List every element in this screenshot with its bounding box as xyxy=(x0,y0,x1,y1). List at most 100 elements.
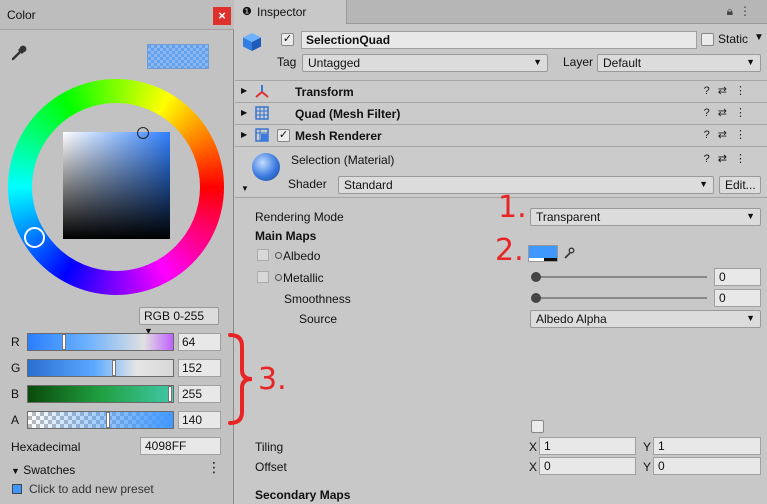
swatches-header[interactable]: ▼ Swatches xyxy=(11,463,75,477)
offset-x-label: X xyxy=(529,460,538,474)
slider-knob[interactable] xyxy=(112,360,116,376)
tiling-x-field[interactable]: 1 xyxy=(539,437,636,455)
metallic-texture-slot[interactable] xyxy=(257,271,269,283)
channel-label: B xyxy=(11,387,20,401)
component-mesh-filter[interactable]: ▶ Quad (Mesh Filter) ?⇄⋮ xyxy=(235,102,767,124)
component-transform[interactable]: ▶ Transform ?⇄⋮ xyxy=(235,80,767,102)
static-checkbox[interactable] xyxy=(701,33,714,46)
component-mesh-renderer[interactable]: ▶ ✓ Mesh Renderer ?⇄⋮ xyxy=(235,124,767,146)
channel-value-r[interactable]: 64 xyxy=(178,333,221,351)
layer-dropdown[interactable]: Default ▼ xyxy=(597,54,761,72)
channel-slider-g: G 152 xyxy=(0,358,234,380)
color-picker-window: Color × RGB 0-255 ▼ R 64 G 152 B 255 A 1… xyxy=(0,0,234,504)
add-preset-row[interactable]: Click to add new preset xyxy=(12,482,154,496)
rendering-mode-dropdown[interactable]: Transparent ▼ xyxy=(530,208,761,226)
fold-down-icon[interactable]: ▼ xyxy=(241,184,249,193)
chevron-down-icon: ▼ xyxy=(746,211,755,221)
channel-slider-r: R 64 xyxy=(0,332,234,354)
component-menu-icons[interactable]: ?⇄⋮ xyxy=(704,128,754,141)
fold-right-icon[interactable]: ▶ xyxy=(241,108,247,117)
channel-track-b[interactable] xyxy=(27,385,174,403)
renderer-enabled-checkbox[interactable]: ✓ xyxy=(277,129,290,142)
channel-track-r[interactable] xyxy=(27,333,174,351)
metallic-value-field[interactable]: 0 xyxy=(714,268,761,286)
tiling-x-label: X xyxy=(529,440,538,454)
material-name: Selection (Material) xyxy=(291,153,395,167)
preset-swatch[interactable] xyxy=(12,484,22,494)
albedo-color-swatch[interactable] xyxy=(528,245,558,262)
swatches-label: Swatches xyxy=(23,463,76,477)
albedo-texture-slot[interactable] xyxy=(257,249,269,261)
color-window-titlebar[interactable]: Color × xyxy=(0,0,234,30)
eyedropper-icon[interactable] xyxy=(563,246,575,260)
smoothness-value-field[interactable]: 0 xyxy=(714,289,761,307)
channel-label: R xyxy=(11,335,20,349)
active-checkbox[interactable]: ✓ xyxy=(281,33,294,46)
transform-icon xyxy=(255,85,269,98)
albedo-picker-icon[interactable] xyxy=(275,252,282,259)
hue-picker-handle[interactable] xyxy=(24,227,45,248)
metallic-slider-handle[interactable] xyxy=(531,272,541,282)
tab-inspector[interactable]: ❶ Inspector xyxy=(235,0,347,24)
channel-value-b[interactable]: 255 xyxy=(178,385,221,403)
component-name: Quad (Mesh Filter) xyxy=(295,107,401,121)
static-label: Static xyxy=(718,32,749,46)
albedo-label: Albedo xyxy=(283,249,321,263)
rendering-mode-label: Rendering Mode xyxy=(255,210,344,224)
swatches-menu-icon[interactable]: ⋮ xyxy=(207,459,221,476)
offset-x-field[interactable]: 0 xyxy=(539,457,636,475)
color-mode-dropdown[interactable]: RGB 0-255 ▼ xyxy=(139,307,219,336)
secondary-maps-label: Secondary Maps xyxy=(255,488,351,502)
mesh-renderer-icon xyxy=(255,128,269,142)
color-preview-swatch[interactable] xyxy=(147,44,209,69)
main-maps-label: Main Maps xyxy=(255,229,317,243)
saturation-value-square[interactable] xyxy=(63,132,170,239)
shader-edit-button[interactable]: Edit... xyxy=(719,176,761,194)
tiling-y-label: Y xyxy=(643,440,652,454)
color-mode-value: RGB 0-255 xyxy=(144,309,205,323)
tiling-y-field[interactable]: 1 xyxy=(653,437,761,455)
mesh-filter-icon xyxy=(255,106,269,120)
window-controls[interactable]: 🔒︎⋮ xyxy=(727,4,757,19)
channel-track-a[interactable] xyxy=(27,411,174,429)
smoothness-label: Smoothness xyxy=(284,292,351,306)
component-menu-icons[interactable]: ?⇄⋮ xyxy=(704,84,754,97)
static-dropdown-icon[interactable]: ▼ xyxy=(754,32,764,43)
material-menu-icons[interactable]: ?⇄⋮ xyxy=(704,152,754,165)
fold-right-icon[interactable]: ▶ xyxy=(241,86,247,95)
slider-knob[interactable] xyxy=(168,386,172,402)
fold-right-icon[interactable]: ▶ xyxy=(241,130,247,139)
slider-knob[interactable] xyxy=(106,412,110,428)
material-preview-icon[interactable] xyxy=(252,153,280,181)
slider-knob[interactable] xyxy=(62,334,66,350)
tag-value: Untagged xyxy=(308,56,361,70)
metallic-picker-icon[interactable] xyxy=(275,274,282,281)
channel-value-g[interactable]: 152 xyxy=(178,359,221,377)
tag-dropdown[interactable]: Untagged ▼ xyxy=(302,54,548,72)
component-menu-icons[interactable]: ?⇄⋮ xyxy=(704,106,754,119)
sv-picker-handle[interactable] xyxy=(137,127,149,139)
metallic-slider-track[interactable] xyxy=(535,276,707,278)
annotation-1: 1. xyxy=(498,190,527,225)
add-preset-hint: Click to add new preset xyxy=(29,482,154,496)
channel-track-g[interactable] xyxy=(27,359,174,377)
smoothness-slider-handle[interactable] xyxy=(531,293,541,303)
channel-slider-b: B 255 xyxy=(0,384,234,406)
annotation-3: 3. xyxy=(258,362,287,397)
source-dropdown[interactable]: Albedo Alpha ▼ xyxy=(530,310,761,328)
hex-input[interactable]: 4098FF xyxy=(140,437,221,455)
channel-value-a[interactable]: 140 xyxy=(178,411,221,429)
component-name: Transform xyxy=(295,85,354,99)
fold-down-icon: ▼ xyxy=(11,466,20,476)
smoothness-slider-track[interactable] xyxy=(535,297,707,299)
hex-label: Hexadecimal xyxy=(11,440,81,454)
object-name-field[interactable]: SelectionQuad xyxy=(301,31,697,49)
chevron-down-icon: ▼ xyxy=(699,179,708,189)
offset-y-label: Y xyxy=(643,460,652,474)
emission-checkbox[interactable] xyxy=(531,420,544,433)
inspector-tab-bar: ❶ Inspector 🔒︎⋮ xyxy=(235,0,767,24)
close-icon[interactable]: × xyxy=(213,7,231,25)
eyedropper-icon[interactable] xyxy=(10,44,28,62)
offset-y-field[interactable]: 0 xyxy=(653,457,761,475)
source-label: Source xyxy=(299,312,338,326)
